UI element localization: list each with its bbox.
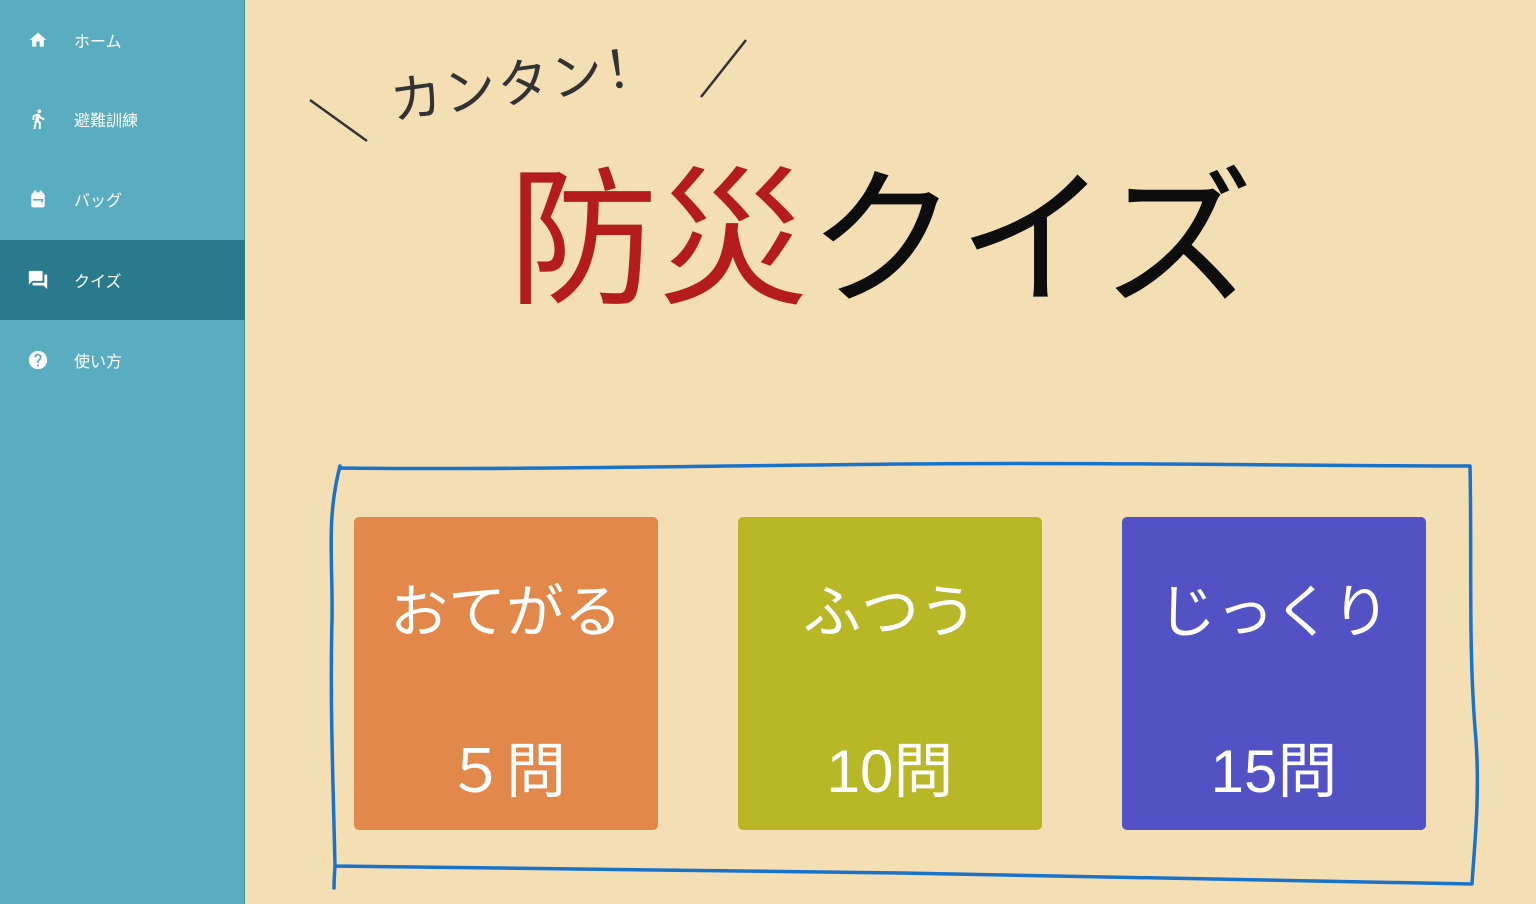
quiz-card-count: 10問 [826, 738, 954, 805]
tagline: カンタン！ [386, 35, 663, 133]
sidebar-item-label: クイズ [74, 272, 122, 291]
title-disaster-prevention: 防災 [508, 154, 809, 328]
sidebar: ホーム 避難訓練 バッグ クイズ 使い方 [0, 0, 245, 904]
sidebar-item-home[interactable]: ホーム [0, 0, 245, 80]
sidebar-item-label: 使い方 [74, 352, 123, 371]
sidebar-item-evacuation-drill[interactable]: 避難訓練 [0, 79, 245, 159]
quiz-card-normal[interactable]: ふつう 10問 [738, 517, 1042, 830]
running-person-icon [26, 107, 50, 131]
quiz-card-title: じっくり [1157, 578, 1390, 646]
quiz-card-count: ５問 [446, 738, 566, 805]
backpack-icon [26, 187, 50, 211]
quiz-card-thorough[interactable]: じっくり 15問 [1122, 517, 1426, 830]
sidebar-item-quiz[interactable]: クイズ [0, 240, 245, 320]
quiz-card-title: ふつう [802, 578, 977, 646]
quiz-card-count: 15問 [1210, 738, 1338, 805]
sidebar-item-label: ホーム [74, 32, 122, 51]
left-slash [309, 98, 368, 143]
page-title: 防災クイズ [508, 156, 1254, 326]
title-quiz: クイズ [808, 154, 1254, 328]
home-icon [26, 28, 50, 52]
help-circle-icon [26, 348, 50, 372]
sidebar-item-bag[interactable]: バッグ [0, 159, 245, 239]
right-slash [700, 39, 747, 98]
chat-bubbles-icon [26, 268, 50, 292]
quiz-card-title: おてがる [389, 578, 622, 646]
sidebar-item-how-to-use[interactable]: 使い方 [0, 320, 245, 400]
sidebar-item-label: 避難訓練 [74, 111, 139, 130]
sidebar-item-label: バッグ [74, 191, 123, 210]
quiz-card-easy[interactable]: おてがる ５問 [354, 517, 658, 830]
